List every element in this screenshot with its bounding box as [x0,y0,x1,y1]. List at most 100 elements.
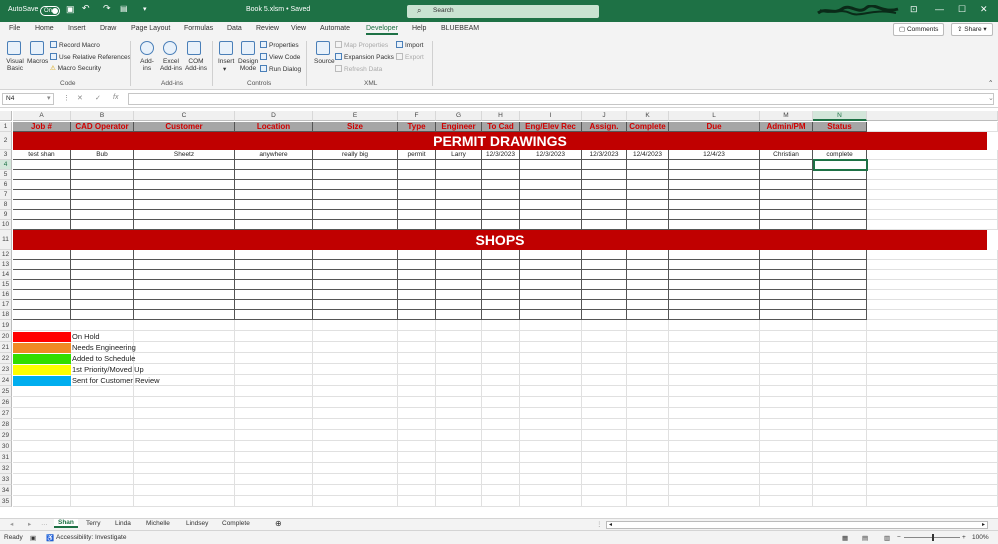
table-cell[interactable] [582,310,627,320]
cell[interactable] [813,441,867,452]
close-button[interactable]: ✕ [980,4,988,15]
table-header-cell[interactable]: Job # [13,122,71,132]
cell[interactable] [627,474,669,485]
cell[interactable] [813,474,867,485]
tab-view[interactable]: View [291,25,306,32]
row-header-8[interactable]: 8 [0,200,12,210]
cell[interactable] [482,474,520,485]
table-cell[interactable] [813,210,867,220]
use-relative-references-button[interactable]: Use Relative References [50,53,131,61]
row-header-27[interactable]: 27 [0,408,12,419]
table-cell[interactable] [669,220,760,230]
cell[interactable] [867,280,998,290]
cell[interactable] [398,364,436,375]
cell[interactable] [582,375,627,386]
table-cell[interactable] [760,180,813,190]
table-cell[interactable] [520,180,582,190]
cell[interactable] [813,430,867,441]
table-cell[interactable] [627,160,669,170]
cell[interactable] [867,386,998,397]
table-cell[interactable] [520,210,582,220]
cell[interactable] [867,180,998,190]
zoom-in-icon[interactable]: + [962,534,966,541]
cell[interactable] [482,408,520,419]
cell[interactable] [669,320,760,331]
macro-record-icon[interactable]: ▣ [30,534,36,542]
cell[interactable] [134,485,235,496]
row-header-25[interactable]: 25 [0,386,12,397]
table-header-cell[interactable]: Complete [627,122,669,132]
table-cell[interactable] [134,220,235,230]
table-cell[interactable] [436,300,482,310]
column-header-c[interactable]: C [134,111,235,121]
ribbon-display-icon[interactable]: ⊡ [910,4,918,15]
row-header-1[interactable]: 1 [0,122,12,132]
table-cell[interactable] [235,280,313,290]
table-cell[interactable] [235,210,313,220]
table-cell[interactable]: 12/3/2023 [582,150,627,160]
table-cell[interactable] [436,220,482,230]
run-dialog-button[interactable]: Run Dialog [260,65,301,73]
cell[interactable] [520,496,582,507]
tab-automate[interactable]: Automate [320,25,350,32]
table-cell[interactable] [235,160,313,170]
cell[interactable] [582,342,627,353]
cell[interactable] [867,331,998,342]
cell[interactable] [867,220,998,230]
table-cell[interactable] [582,190,627,200]
cell[interactable] [235,397,313,408]
row-header-32[interactable]: 32 [0,463,12,474]
cell[interactable] [813,452,867,463]
table-cell[interactable] [482,310,520,320]
table-cell[interactable] [134,200,235,210]
table-cell[interactable] [627,290,669,300]
table-cell[interactable] [235,260,313,270]
cell[interactable] [867,441,998,452]
cell[interactable] [867,496,998,507]
cell[interactable] [867,190,998,200]
cell[interactable] [482,397,520,408]
table-cell[interactable] [13,210,71,220]
cell[interactable] [482,320,520,331]
row-header-22[interactable]: 22 [0,353,12,364]
cell[interactable] [13,386,71,397]
cell[interactable] [867,419,998,430]
cell[interactable] [398,430,436,441]
table-cell[interactable] [235,200,313,210]
table-cell[interactable] [134,250,235,260]
cell[interactable] [235,342,313,353]
macro-security-button[interactable]: ⚠ Macro Security [50,65,101,72]
document-title[interactable]: Book 5.xlsm • Saved [246,6,310,13]
cell[interactable] [313,397,398,408]
table-cell[interactable] [398,180,436,190]
addins-button[interactable]: Add-ins [138,58,156,72]
cell[interactable] [627,430,669,441]
cell[interactable] [436,496,482,507]
cell[interactable] [813,331,867,342]
table-cell[interactable] [669,310,760,320]
table-cell[interactable] [134,290,235,300]
cell[interactable] [134,474,235,485]
cell[interactable] [134,386,235,397]
row-header-31[interactable]: 31 [0,452,12,463]
cell[interactable] [582,463,627,474]
table-cell[interactable] [520,250,582,260]
table-cell[interactable] [398,300,436,310]
cell[interactable] [398,397,436,408]
cell[interactable] [669,485,760,496]
table-cell[interactable] [71,250,134,260]
table-cell[interactable] [627,190,669,200]
cell[interactable] [436,397,482,408]
sheet-tab-complete[interactable]: Complete [222,520,250,527]
table-cell[interactable] [436,260,482,270]
table-header-cell[interactable]: Admin/PM [760,122,813,132]
table-cell[interactable] [13,160,71,170]
table-cell[interactable] [13,220,71,230]
table-cell[interactable] [760,170,813,180]
table-cell[interactable] [813,270,867,280]
cell[interactable] [867,290,998,300]
row-header-14[interactable]: 14 [0,270,12,280]
table-cell[interactable] [134,270,235,280]
cell[interactable] [313,452,398,463]
cell[interactable] [813,419,867,430]
